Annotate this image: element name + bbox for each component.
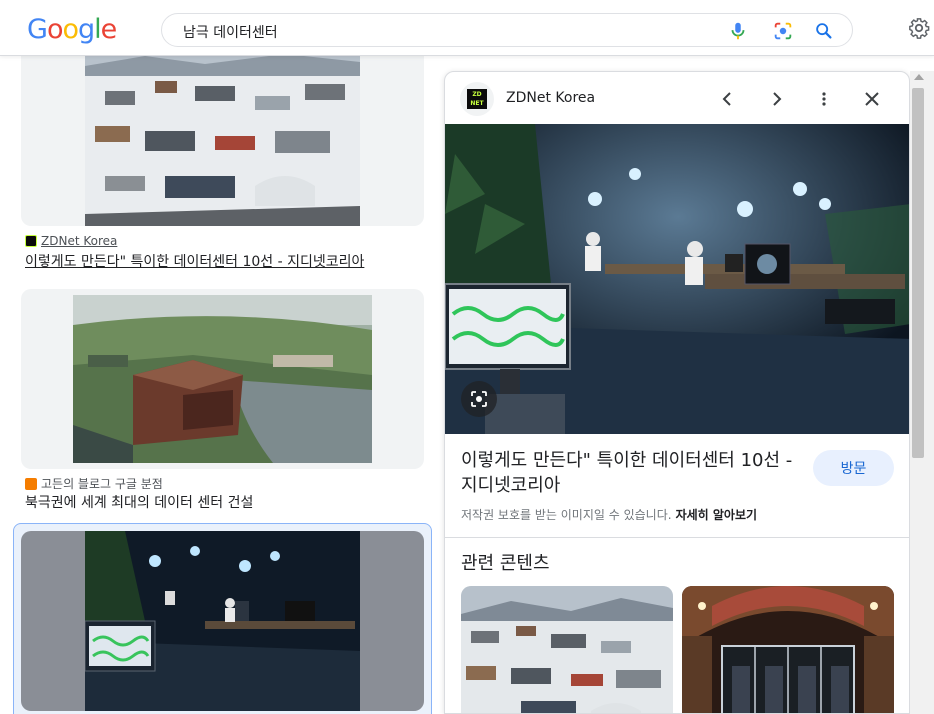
mic-icon[interactable] — [727, 20, 749, 42]
related-item[interactable] — [682, 586, 894, 713]
learn-more-link[interactable]: 자세히 알아보기 — [676, 508, 757, 522]
close-icon — [865, 92, 879, 106]
supercomputer-chapel-image — [682, 586, 894, 713]
result-source-label[interactable]: ZDNet Korea — [41, 234, 117, 248]
zdnet-favicon-icon — [25, 235, 37, 247]
related-item[interactable] — [461, 586, 673, 713]
result-title[interactable]: 북극권에 세계 최대의 데이터 센터 건설 — [25, 492, 253, 512]
antarctic-base-image — [85, 56, 360, 226]
prev-button[interactable] — [715, 86, 741, 112]
more-options-button[interactable] — [811, 86, 837, 112]
lens-search-button[interactable] — [461, 381, 497, 417]
antarctic-base-image — [461, 586, 673, 713]
visit-button[interactable]: 방문 — [813, 450, 894, 486]
more-vert-icon — [822, 92, 826, 106]
search-input[interactable]: 남극 데이터센터 — [183, 22, 278, 42]
search-icon[interactable] — [813, 20, 835, 42]
image-results: ZDNet Korea 이렇게도 만든다" 특이한 데이터센터 10선 - 지디… — [0, 56, 436, 714]
next-button[interactable] — [763, 86, 789, 112]
underground-control-room-image — [445, 124, 909, 434]
result-card-selected[interactable] — [21, 531, 424, 711]
source-avatar[interactable]: ZD NET — [460, 82, 494, 116]
result-card[interactable] — [21, 289, 424, 469]
zdnet-logo-icon: ZD NET — [467, 89, 487, 109]
copyright-notice: 저작권 보호를 받는 이미지일 수 있습니다. 자세히 알아보기 — [461, 506, 757, 523]
scrollbar-thumb[interactable] — [912, 88, 924, 458]
arctic-datacenter-image — [73, 295, 372, 463]
close-button[interactable] — [859, 86, 885, 112]
top-bar: Google 남극 데이터센터 — [0, 0, 934, 56]
blogger-favicon-icon — [25, 477, 37, 490]
panel-divider — [445, 537, 909, 538]
result-source[interactable]: ZDNet Korea — [25, 234, 117, 248]
underground-control-room-image — [85, 531, 360, 711]
result-card[interactable] — [21, 56, 424, 226]
preview-title[interactable]: 이렇게도 만든다" 특이한 데이터센터 10선 - 지디넷코리아 — [461, 448, 806, 498]
scroll-up-arrow-icon[interactable] — [914, 74, 924, 80]
gear-icon[interactable] — [908, 17, 930, 39]
camera-lens-icon[interactable] — [772, 20, 794, 42]
image-preview-panel: ZD NET ZDNet Korea 이렇게도 만든다" 특이한 데이터센터 1… — [444, 71, 910, 714]
chevron-left-icon — [722, 92, 731, 106]
lens-icon — [471, 391, 487, 407]
preview-image[interactable] — [445, 124, 909, 434]
search-box[interactable]: 남극 데이터센터 — [161, 13, 853, 47]
result-source[interactable]: 고든의 블로그 구글 분점 — [25, 475, 163, 492]
related-heading: 관련 콘텐츠 — [461, 553, 550, 574]
panel-source-name[interactable]: ZDNet Korea — [506, 90, 595, 106]
google-logo[interactable]: Google — [27, 14, 117, 45]
result-title[interactable]: 이렇게도 만든다" 특이한 데이터센터 10선 - 지디넷코리아 — [25, 251, 364, 271]
chevron-right-icon — [773, 92, 782, 106]
copyright-text: 저작권 보호를 받는 이미지일 수 있습니다. — [461, 508, 672, 522]
result-source-label[interactable]: 고든의 블로그 구글 분점 — [41, 475, 163, 492]
